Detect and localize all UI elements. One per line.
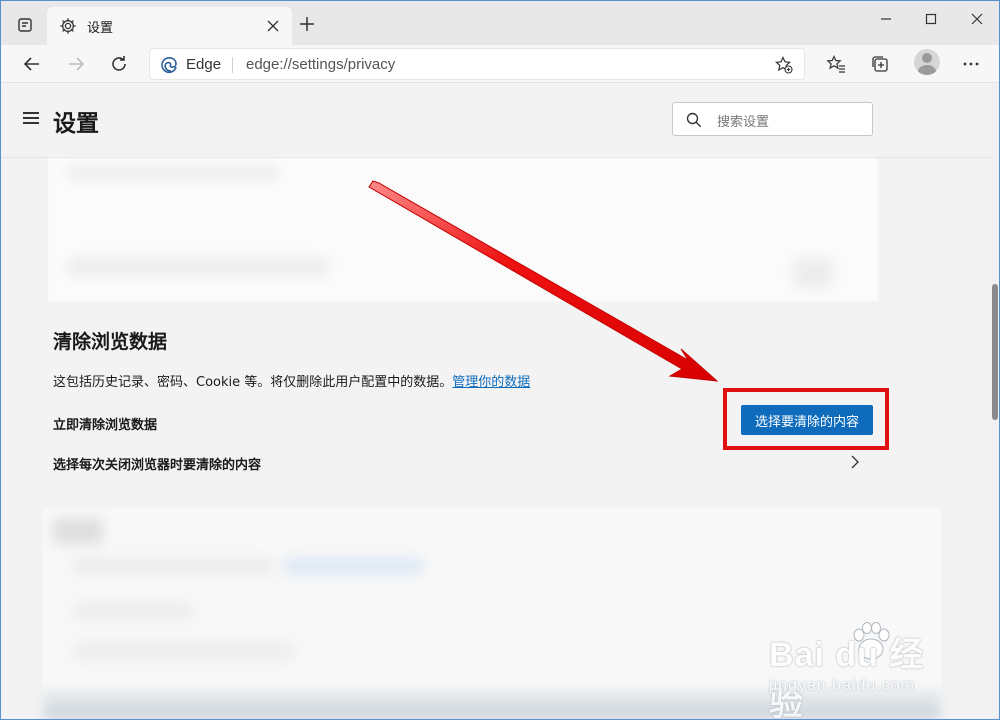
search-placeholder: 搜索设置 [717,115,770,130]
search-icon [685,111,703,129]
clear-now-label: 立即清除浏览数据 [53,418,158,433]
avatar[interactable] [914,49,940,75]
watermark-sub: jingyan.baidu.com [769,677,915,694]
maximize-icon[interactable] [917,9,945,29]
hamburger-icon[interactable] [23,112,39,124]
address-bar[interactable]: Edge edge://settings/privacy [149,48,805,80]
favorites-icon[interactable] [824,52,848,76]
description-text: 这包括历史记录、密码、Cookie 等。将仅删除此用户配置中的数据。 [53,375,453,390]
back-icon[interactable] [19,51,45,77]
blurred-card-top [48,158,878,301]
forward-icon[interactable] [63,51,89,77]
section-description: 这包括历史记录、密码、Cookie 等。将仅删除此用户配置中的数据。管理你的数据 [53,371,530,390]
tab-settings[interactable]: 设置 [47,7,292,45]
collections-icon[interactable] [868,52,892,76]
chevron-right-icon[interactable] [849,454,861,469]
edge-logo-icon [160,56,178,74]
page-title: 设置 [53,111,99,137]
settings-header: 设置 搜索设置 [1,84,991,158]
gear-icon [59,17,77,35]
tab-title: 设置 [87,21,114,36]
choose-what-to-clear-button[interactable]: 选择要清除的内容 [741,405,873,435]
search-input[interactable]: 搜索设置 [672,102,873,136]
baidu-watermark: Bai du 经验 jingyan.baidu.com [769,613,949,719]
minimize-icon[interactable] [872,9,900,29]
close-icon[interactable] [963,9,991,29]
plus-icon[interactable] [297,14,317,34]
watermark-main: Bai du 经验 [769,636,925,720]
address-url[interactable]: edge://settings/privacy [246,56,395,73]
refresh-icon[interactable] [106,51,132,77]
section-title: 清除浏览数据 [53,331,168,353]
clear-on-close-row[interactable]: 选择每次关闭浏览器时要清除的内容 [53,454,261,473]
tab-actions-icon[interactable] [11,11,39,39]
manage-data-link[interactable]: 管理你的数据 [452,375,530,390]
browser-window: 设置 Edge edge://settings/privacy 设置 搜索设置 … [0,0,1000,720]
scrollbar-thumb[interactable] [992,284,998,420]
more-icon[interactable] [959,52,983,76]
add-favorite-icon[interactable] [774,55,794,75]
address-divider [232,57,233,73]
address-brand: Edge [186,56,222,73]
close-icon[interactable] [266,18,280,32]
tab-bar: 设置 [1,1,999,45]
browser-toolbar: Edge edge://settings/privacy [1,45,999,83]
scrollbar[interactable] [991,84,999,719]
